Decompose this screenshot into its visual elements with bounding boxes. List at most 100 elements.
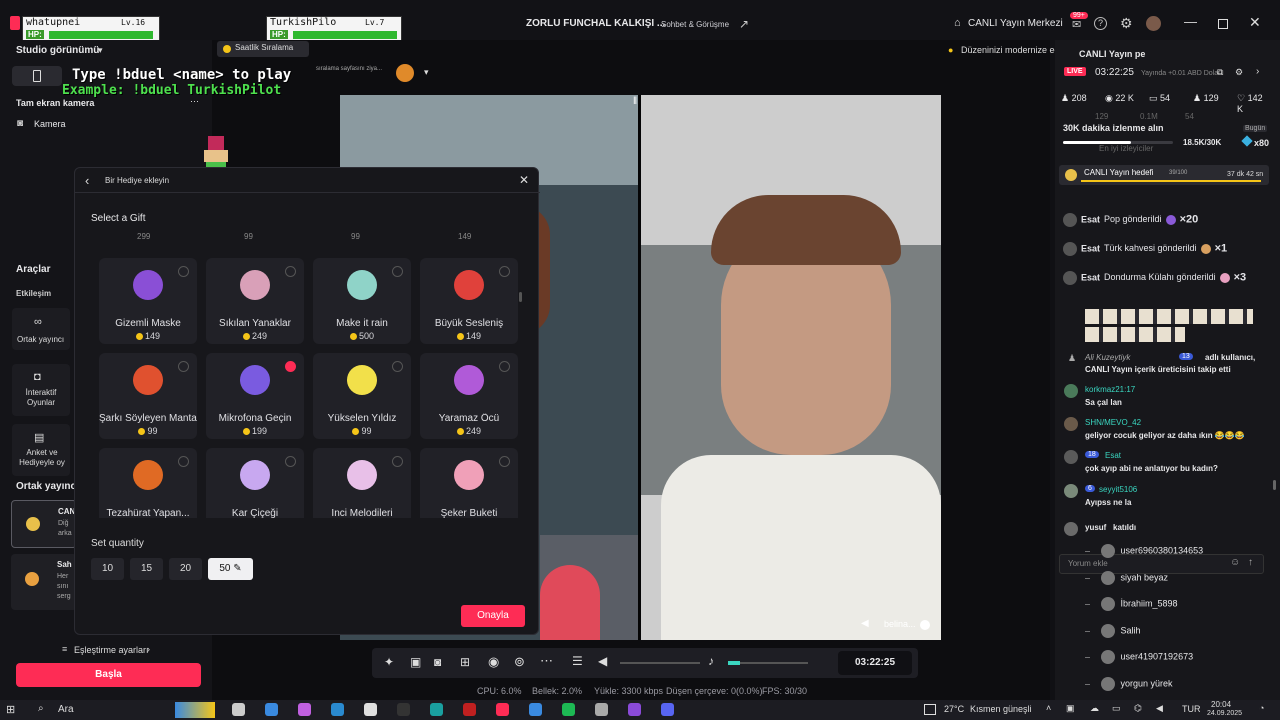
gift-card[interactable]: Büyük Sesleniş 149 [420,258,518,344]
remove-viewer-icon[interactable]: – [1085,572,1093,582]
co-streamer-card-1[interactable]: CAN Diğ arka [11,500,77,548]
viewer-row[interactable]: – siyah beyaz [1085,570,1168,585]
capture-icon[interactable]: ⊚ [514,654,525,670]
user-avatar[interactable] [1063,242,1077,256]
gift-card[interactable]: Şeker Buketi249 [420,448,518,518]
home-icon[interactable]: ⌂ [954,17,961,29]
close-icon[interactable]: ✕ [1249,14,1261,31]
gift-radio[interactable] [178,456,189,467]
modal-close-icon[interactable]: ✕ [519,173,529,187]
gift-radio[interactable] [285,361,296,372]
stat-item[interactable]: ◉ 22 K [1105,93,1134,104]
polls-tool[interactable]: ▤ Anket ve Hediyeyle oy [12,424,70,476]
windows-start-icon[interactable]: ⊞ [6,703,15,716]
chrome-icon[interactable] [364,703,377,716]
gift-card[interactable]: Gizemli Maske 149 [99,258,197,344]
gift-radio[interactable] [392,456,403,467]
interactive-games-tool[interactable]: ◘ İnteraktif Oyunlar [12,364,70,416]
gift-radio[interactable] [285,266,296,277]
search-icon[interactable]: ⌕ [38,703,44,714]
join-user[interactable]: yusuf [1085,523,1106,532]
live-goal-banner[interactable]: CANLI Yayın hedefi 39/100 37 dk 42 sn [1059,165,1269,185]
portrait-toggle[interactable] [12,66,62,86]
screenshot-icon[interactable]: ◙ [434,655,441,669]
gift-card[interactable]: Yaramaz Öcü 249 [420,353,518,439]
avatar[interactable] [1146,16,1161,31]
widget-icon[interactable] [924,704,936,715]
viewer-row[interactable]: – İbrahiim_5898 [1085,597,1178,611]
minimize-icon[interactable]: — [1184,14,1197,29]
gift-radio[interactable] [178,266,189,277]
hourly-ranking-pill[interactable]: Saatlik Sıralama [217,41,309,57]
remove-viewer-icon[interactable]: – [1085,651,1093,661]
best-viewers-label[interactable]: En iyi izleyiciler [1099,144,1153,153]
tray-app-icon[interactable]: ▣ [1066,703,1075,714]
match-settings-link[interactable]: Eşleştirme ayarları [74,645,149,655]
quantity-option[interactable]: 20 [169,558,202,580]
gift-card[interactable]: Yükselen Yıldız 99 [313,353,411,439]
remove-viewer-icon[interactable]: – [1085,625,1093,635]
maximize-icon[interactable] [1218,19,1228,29]
gift-scrollbar[interactable] [519,292,522,302]
co-streamer-card-2[interactable]: Sah Her sını serg [11,554,77,610]
clock-date[interactable]: 24.09.2025 [1207,710,1242,717]
quantity-option[interactable]: 10 [91,558,124,580]
spotify-icon[interactable] [562,703,575,716]
remove-viewer-icon[interactable]: – [1085,678,1093,688]
divider-handle-icon[interactable]: ‖ [633,96,637,107]
stream-category[interactable]: Sohbet & Görüşme [661,20,729,29]
edge-icon[interactable] [331,703,344,716]
stream-title[interactable]: ZORLU FUNCHAL KALKIŞI ... [526,18,665,29]
game-icon[interactable] [463,703,476,716]
weather-temp[interactable]: 27°C [944,704,964,714]
task-view-icon[interactable] [232,703,245,716]
mic-icon[interactable]: ♪ [708,654,714,668]
collapse-icon[interactable]: › [1256,66,1259,77]
gift-sender[interactable]: Esat [1081,243,1100,253]
share-icon[interactable]: ↗ [739,17,749,31]
gift-card[interactable]: Mikrofona Geçin 199 [206,353,304,439]
taskbar-search[interactable]: Ara [58,704,74,715]
mic-slider[interactable] [728,661,808,665]
speaker-icon[interactable]: ◀ [861,618,869,629]
gift-card[interactable]: İnci Melodileri99 [313,448,411,518]
edit-icon[interactable]: ✎ [230,563,241,574]
viewer-row[interactable]: – yorgun yürek [1085,676,1173,691]
gift-radio[interactable] [392,266,403,277]
dropdown-icon[interactable]: ▾ [424,67,429,78]
store-icon[interactable] [265,703,278,716]
start-button[interactable]: Başla [16,663,201,687]
store-bag-icon[interactable] [529,703,542,716]
camera-source[interactable]: Kamera [34,119,66,129]
tray-chevron-icon[interactable]: ˄ [1046,703,1051,713]
co-streamer-tool[interactable]: ∞ Ortak yayıncı [12,308,70,350]
gift-radio[interactable] [499,456,510,467]
msg4-user[interactable]: seyyit5106 [1099,485,1137,494]
settings-icon[interactable]: ⚙ [1235,67,1243,78]
msg4-avatar[interactable] [1064,484,1078,498]
fullscreen-camera-label[interactable]: Tam ekran kamera [16,98,94,108]
tray-cloud-icon[interactable]: ☁ [1090,703,1099,714]
live-center-link[interactable]: CANLI Yayın Merkezi [968,18,1063,29]
quantity-option[interactable]: 15 [130,558,163,580]
stat-item[interactable]: ♡ 142 K [1237,93,1271,114]
sliders-icon[interactable]: ☰ [572,654,583,668]
viewer-row[interactable]: – Salih [1085,623,1141,638]
layout-icon[interactable]: ▣ [410,655,421,669]
add-guest-icon[interactable] [920,620,930,630]
stat-item[interactable]: ▭ 54 [1149,93,1170,104]
chat-scrollbar[interactable] [1273,480,1276,490]
weather-desc[interactable]: Kısmen güneşli [970,704,1032,714]
record-icon[interactable]: ◉ [488,654,499,670]
edge-dev-icon[interactable] [430,703,443,716]
confirm-button[interactable]: Onayla [461,605,525,627]
inbox-icon[interactable]: ✉ [1072,18,1081,31]
popout-icon[interactable]: ⧉ [1217,67,1223,78]
gear-icon[interactable]: ⚙ [1120,15,1133,32]
back-arrow-icon[interactable]: ‹ [85,173,89,188]
gift-card[interactable]: Sıkılan Yanaklar 249 [206,258,304,344]
follow-username[interactable]: Ali Kuzeytiyk [1085,353,1130,362]
gift-card[interactable]: Kar Çiçeği249 [206,448,304,518]
guest-name[interactable]: belina... [884,619,916,629]
gift-sender[interactable]: Esat [1081,272,1100,282]
